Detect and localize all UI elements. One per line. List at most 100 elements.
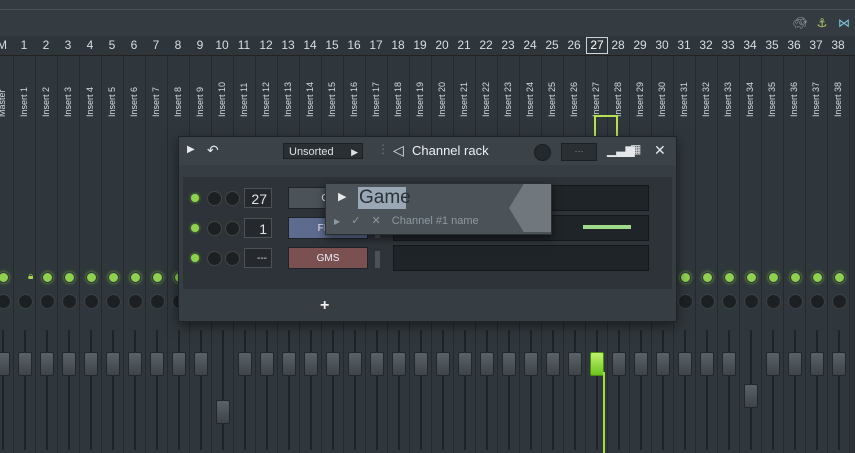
track-number[interactable]: 29 <box>630 38 650 52</box>
pin-icon[interactable]: ⚓︎ <box>814 16 830 30</box>
track-number[interactable]: 11 <box>234 38 254 52</box>
track-number[interactable]: M <box>0 38 12 52</box>
track-number[interactable]: 34 <box>740 38 760 52</box>
track-number[interactable]: 3 <box>58 38 78 52</box>
track-number[interactable]: 16 <box>344 38 364 52</box>
track-number[interactable]: 28 <box>608 38 628 52</box>
track-number[interactable]: 33 <box>718 38 738 52</box>
mute-led[interactable] <box>86 272 97 283</box>
pan-knob[interactable] <box>744 294 759 309</box>
track-number[interactable]: 20 <box>432 38 452 52</box>
volume-fader[interactable] <box>62 352 76 376</box>
confirm-icon[interactable]: ✓ <box>351 215 360 227</box>
add-channel-button[interactable]: + <box>320 297 329 315</box>
pan-knob[interactable] <box>40 294 55 309</box>
mute-led[interactable] <box>64 272 75 283</box>
swing-box[interactable]: ⋯ <box>561 143 597 161</box>
track-number[interactable]: 7 <box>146 38 166 52</box>
volume-fader[interactable] <box>722 352 736 376</box>
pan-knob[interactable] <box>207 251 222 266</box>
track-number[interactable]: 5 <box>102 38 122 52</box>
volume-fader[interactable] <box>524 352 538 376</box>
volume-fader[interactable] <box>128 352 142 376</box>
snap-icon[interactable]: ⋈ <box>836 16 852 30</box>
pan-knob[interactable] <box>128 294 143 309</box>
mixer-route[interactable]: 27 <box>244 188 272 208</box>
volume-fader[interactable] <box>788 352 802 376</box>
track-number[interactable]: 13 <box>278 38 298 52</box>
popup-menu-arrow-icon[interactable]: ▶ <box>338 190 346 203</box>
volume-fader[interactable] <box>678 352 692 376</box>
volume-fader[interactable] <box>304 352 318 376</box>
step-sequencer[interactable] <box>393 245 649 271</box>
volume-fader[interactable] <box>414 352 428 376</box>
volume-fader[interactable] <box>18 352 32 376</box>
mute-led[interactable] <box>108 272 119 283</box>
volume-fader[interactable] <box>590 352 604 376</box>
volume-knob[interactable] <box>225 251 240 266</box>
volume-fader[interactable] <box>634 352 648 376</box>
volume-fader[interactable] <box>480 352 494 376</box>
volume-fader[interactable] <box>546 352 560 376</box>
swing-knob[interactable] <box>534 144 551 161</box>
rack-menu-arrow-icon[interactable]: ▶ <box>187 144 195 155</box>
volume-fader[interactable] <box>172 352 186 376</box>
track-number[interactable]: 27 <box>586 37 608 54</box>
volume-fader[interactable] <box>392 352 406 376</box>
volume-fader[interactable] <box>744 384 758 408</box>
pan-knob[interactable] <box>150 294 165 309</box>
mute-led[interactable] <box>724 272 735 283</box>
track-number[interactable]: 31 <box>674 38 694 52</box>
volume-fader[interactable] <box>832 352 846 376</box>
volume-fader[interactable] <box>458 352 472 376</box>
mute-led[interactable] <box>746 272 757 283</box>
mixer-route[interactable]: --- <box>244 248 272 268</box>
track-number[interactable]: 9 <box>190 38 210 52</box>
cancel-icon[interactable]: ✕ <box>372 215 381 227</box>
track-number[interactable]: 23 <box>498 38 518 52</box>
volume-fader[interactable] <box>150 352 164 376</box>
track-number[interactable]: 25 <box>542 38 562 52</box>
channel-led[interactable] <box>191 194 199 202</box>
pan-knob[interactable] <box>207 221 222 236</box>
volume-fader[interactable] <box>436 352 450 376</box>
track-number[interactable]: 21 <box>454 38 474 52</box>
track-number[interactable]: 2 <box>36 38 56 52</box>
pan-knob[interactable] <box>810 294 825 309</box>
filter-dropdown[interactable]: Unsorted ▶ <box>283 143 363 159</box>
volume-fader[interactable] <box>84 352 98 376</box>
mute-led[interactable] <box>130 272 141 283</box>
track-number[interactable]: 6 <box>124 38 144 52</box>
volume-fader[interactable] <box>326 352 340 376</box>
mute-led[interactable] <box>680 272 691 283</box>
volume-fader[interactable] <box>348 352 362 376</box>
volume-fader[interactable] <box>194 352 208 376</box>
channel-led[interactable] <box>191 224 199 232</box>
pan-knob[interactable] <box>106 294 121 309</box>
track-number[interactable]: 14 <box>300 38 320 52</box>
volume-fader[interactable] <box>238 352 252 376</box>
track-number[interactable]: 12 <box>256 38 276 52</box>
channel-name-input[interactable]: Game <box>358 187 411 209</box>
mute-led[interactable] <box>812 272 823 283</box>
pan-knob[interactable] <box>62 294 77 309</box>
channel-name-button[interactable]: GMS <box>288 247 368 269</box>
small-arrow-icon[interactable]: ▶ <box>334 217 340 226</box>
track-number[interactable]: 17 <box>366 38 386 52</box>
volume-fader[interactable] <box>810 352 824 376</box>
volume-fader[interactable] <box>106 352 120 376</box>
track-number[interactable]: 4 <box>80 38 100 52</box>
volume-fader[interactable] <box>766 352 780 376</box>
pan-knob[interactable] <box>766 294 781 309</box>
volume-fader[interactable] <box>0 352 10 376</box>
lock-icon[interactable]: 🔒︎ <box>28 271 33 282</box>
volume-knob[interactable] <box>225 221 240 236</box>
channel-select-bar[interactable] <box>375 251 380 268</box>
track-number[interactable]: 15 <box>322 38 342 52</box>
volume-fader[interactable] <box>40 352 54 376</box>
volume-fader[interactable] <box>502 352 516 376</box>
mute-led[interactable] <box>152 272 163 283</box>
track-number[interactable]: 37 <box>806 38 826 52</box>
pan-knob[interactable] <box>207 191 222 206</box>
mute-led[interactable] <box>790 272 801 283</box>
